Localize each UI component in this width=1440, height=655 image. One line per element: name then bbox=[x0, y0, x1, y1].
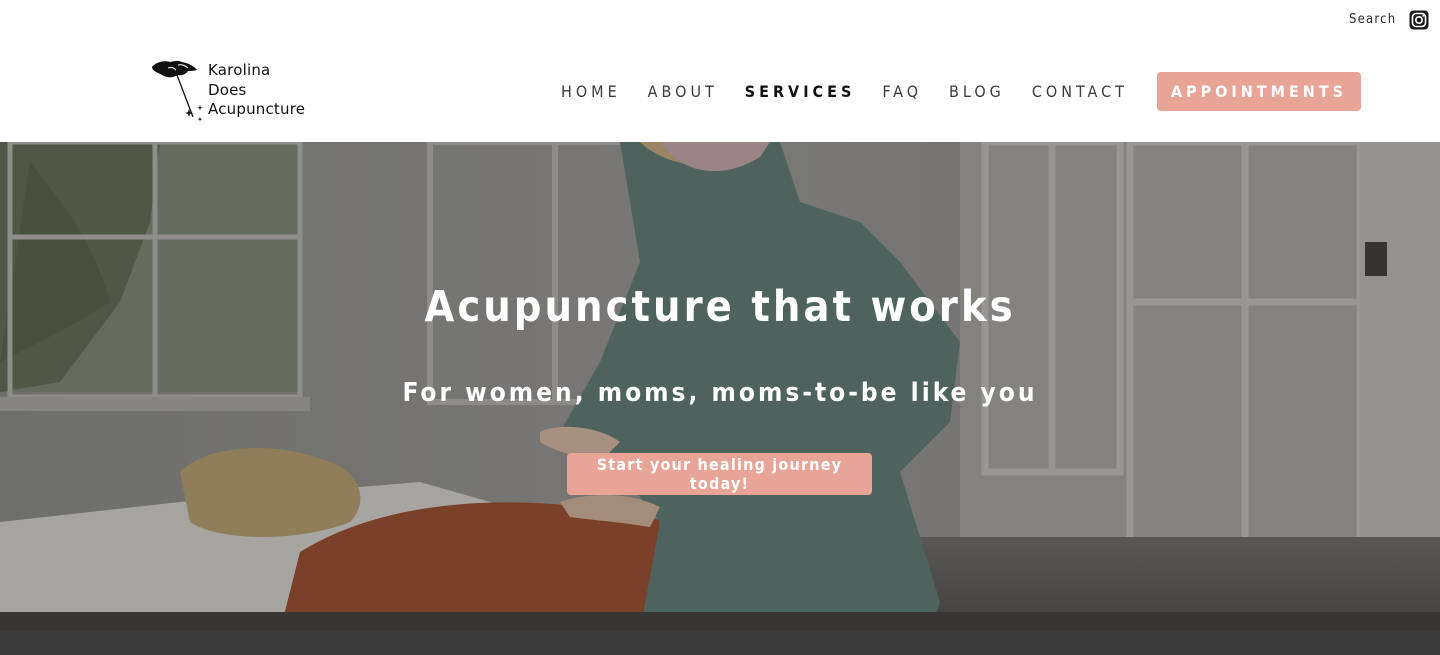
search-link[interactable]: Search bbox=[1349, 12, 1396, 27]
site-header: Karolina Does Acupuncture HOME ABOUT SER… bbox=[0, 40, 1440, 142]
hero-title: Acupuncture that works bbox=[424, 282, 1016, 332]
logo-line: Karolina bbox=[208, 61, 271, 79]
page: Search Karolina Does Acupuncture HOME AB… bbox=[0, 0, 1440, 655]
main-nav: HOME ABOUT SERVICES FAQ BLOG CONTACT APP… bbox=[561, 71, 1362, 112]
logo-line: Does bbox=[208, 80, 247, 99]
start-journey-button[interactable]: Start your healing journey today! bbox=[567, 453, 872, 495]
nav-item-about[interactable]: ABOUT bbox=[648, 82, 718, 101]
nav-item-home[interactable]: HOME bbox=[561, 82, 621, 101]
bottom-strip bbox=[0, 631, 1440, 655]
logo-mark-icon bbox=[152, 60, 203, 122]
nav-item-faq[interactable]: FAQ bbox=[882, 82, 922, 101]
logo[interactable]: Karolina Does Acupuncture bbox=[150, 59, 325, 123]
instagram-icon[interactable] bbox=[1409, 10, 1429, 30]
nav-item-blog[interactable]: BLOG bbox=[949, 82, 1005, 101]
logo-line: Acupuncture bbox=[208, 100, 306, 118]
nav-item-services[interactable]: SERVICES bbox=[745, 82, 856, 101]
logo-text: Karolina Does Acupuncture bbox=[208, 61, 305, 120]
nav-item-contact[interactable]: CONTACT bbox=[1032, 82, 1128, 101]
appointments-button[interactable]: APPOINTMENTS bbox=[1156, 72, 1362, 111]
hero: Acupuncture that works For women, moms, … bbox=[0, 142, 1440, 631]
hero-subtitle: For women, moms, moms-to-be like you bbox=[402, 378, 1038, 408]
utility-bar: Search bbox=[0, 0, 1440, 40]
